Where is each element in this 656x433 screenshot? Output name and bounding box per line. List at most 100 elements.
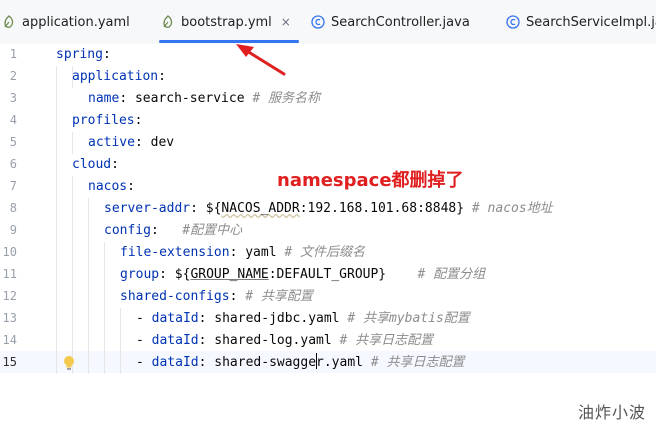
tab-search-controller[interactable]: SearchController.java [311, 0, 470, 44]
list-dash: - [136, 311, 152, 326]
line-number: 9 [9, 223, 17, 237]
yaml-value: search-service [134, 91, 245, 106]
yaml-file-icon [161, 15, 175, 29]
yaml-file-icon [2, 15, 16, 29]
yaml-key: file-extension [120, 245, 230, 260]
punctuation: : [158, 69, 166, 84]
punctuation: : [134, 135, 151, 150]
yaml-key: dataId [151, 333, 199, 348]
yaml-comment: # 服务名称 [252, 91, 321, 106]
yaml-key: active [88, 135, 135, 150]
yaml-comment: # 共享mybatis配置 [347, 311, 470, 326]
code-line: config: #配置中心 [104, 220, 242, 242]
code-line: name: search-service # 服务名称 [88, 88, 320, 110]
punctuation: : [127, 179, 135, 194]
tab-application-yaml[interactable]: application.yaml [2, 0, 130, 44]
yaml-comment: # nacos地址 [471, 201, 553, 216]
java-class-icon [506, 15, 520, 29]
yaml-comment: #配置中心 [182, 223, 243, 238]
line-number: 2 [9, 69, 17, 83]
line-number: 5 [9, 135, 17, 149]
lightbulb-icon[interactable] [62, 355, 76, 371]
editor-tab-bar: application.yaml bootstrap.yml × SearchC… [0, 0, 656, 45]
placeholder-open: ${ [205, 201, 222, 216]
punctuation: : [119, 91, 135, 106]
line-number: 4 [9, 113, 17, 127]
list-dash: - [136, 333, 152, 348]
line-number: 11 [2, 267, 17, 281]
yaml-comment: # 共享日志配置 [370, 355, 465, 370]
code-line: active: dev [88, 132, 174, 154]
indent-guide [104, 242, 105, 374]
yaml-key: group [120, 267, 160, 282]
yaml-comment: # 配置分组 [417, 267, 486, 282]
yaml-value: shared-jdbc.yaml [214, 311, 340, 326]
punctuation: : [229, 245, 246, 260]
yaml-comment: # 文件后缀名 [284, 245, 366, 260]
line-number: 3 [9, 91, 17, 105]
line-number: 14 [2, 333, 17, 347]
line-number: 13 [2, 311, 17, 325]
yaml-key: server-addr [104, 201, 191, 216]
punctuation: : [190, 201, 206, 216]
code-line: nacos: [88, 176, 135, 198]
tab-bootstrap-yml[interactable]: bootstrap.yml × [159, 0, 299, 44]
code-editor[interactable]: 1 2 3 4 5 6 7 8 9 10 11 12 13 14 15 spri… [0, 44, 656, 433]
indent-guide [120, 308, 121, 374]
line-number: 1 [9, 47, 17, 61]
code-line: cloud: [72, 154, 119, 176]
yaml-key: application [72, 69, 159, 84]
tab-label: SearchServiceImpl.java [526, 14, 656, 30]
punctuation: : [102, 47, 111, 62]
tab-label: SearchController.java [331, 14, 470, 30]
code-line: file-extension: yaml # 文件后缀名 [120, 242, 365, 264]
placeholder-open: ${ [174, 267, 191, 282]
close-icon[interactable]: × [281, 15, 291, 29]
code-line-current: - dataId: shared-swagger.yaml # 共享日志配置 [136, 352, 464, 374]
code-line: application: [72, 66, 166, 88]
indent-guide [88, 198, 89, 374]
yaml-key: shared-configs [120, 289, 230, 304]
yaml-comment: # 共享日志配置 [339, 333, 434, 348]
tab-search-service-impl[interactable]: SearchServiceImpl.java [506, 0, 656, 44]
code-line: server-addr: ${NACOS_ADDR:192.168.101.68… [104, 198, 553, 220]
yaml-key: spring [56, 47, 103, 62]
code-line: profiles: [72, 110, 142, 132]
code-line: group: ${GROUP_NAME:DEFAULT_GROUP} # 配置分… [120, 264, 485, 286]
yaml-comment: # 共享配置 [245, 289, 313, 304]
placeholder-default: :DEFAULT_GROUP} [268, 267, 387, 282]
yaml-key: dataId [151, 311, 199, 326]
active-tab-indicator [159, 40, 299, 43]
code-line: - dataId: shared-jdbc.yaml # 共享mybatis配置 [136, 308, 470, 330]
yaml-value: shared-log.yaml [214, 333, 332, 348]
code-line: spring: [56, 44, 111, 66]
yaml-value: shared-swagge [214, 355, 317, 370]
annotation-text: namespace都删掉了 [277, 170, 464, 191]
indent-guide [72, 176, 73, 374]
code-line: shared-configs: # 共享配置 [120, 286, 313, 308]
java-class-icon [311, 15, 325, 29]
placeholder-default: :192.168.101.68:8848} [299, 201, 465, 216]
punctuation: : [134, 113, 143, 128]
yaml-key: cloud [72, 157, 112, 172]
punctuation: : [150, 223, 159, 238]
punctuation: : [198, 333, 215, 348]
watermark: 油炸小波 [577, 403, 646, 422]
line-number: 8 [9, 201, 17, 215]
yaml-key: nacos [88, 179, 128, 194]
line-number: 10 [2, 245, 17, 259]
punctuation: : [111, 157, 119, 172]
punctuation: : [159, 267, 175, 282]
code-line: - dataId: shared-log.yaml # 共享日志配置 [136, 330, 433, 352]
yaml-value: dev [150, 135, 175, 150]
punctuation: : [229, 289, 238, 304]
line-number: 12 [2, 289, 17, 303]
placeholder-name: NACOS_ADDR [221, 201, 300, 216]
placeholder-name: GROUP_NAME [190, 267, 269, 282]
tab-label: application.yaml [22, 14, 130, 30]
tab-label: bootstrap.yml [181, 14, 272, 30]
yaml-key: profiles [72, 113, 135, 128]
yaml-key: dataId [151, 355, 199, 370]
yaml-key: name [88, 91, 120, 106]
line-number: 6 [9, 157, 17, 171]
